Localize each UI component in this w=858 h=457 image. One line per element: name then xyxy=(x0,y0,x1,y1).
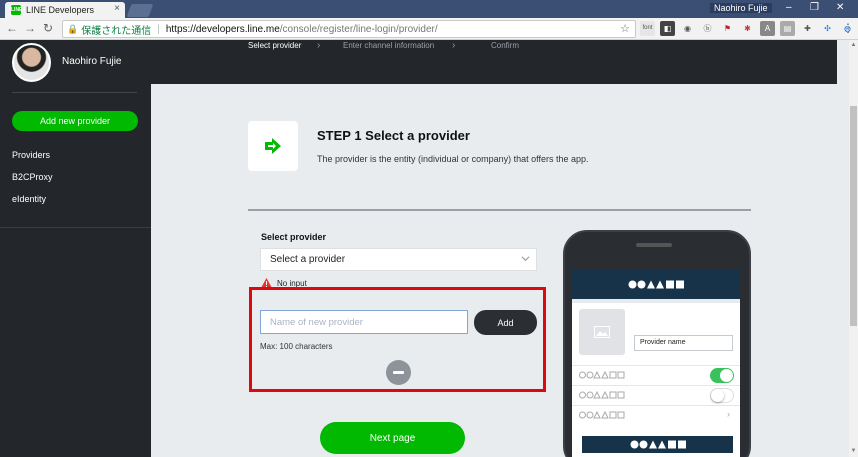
avatar[interactable] xyxy=(12,43,51,82)
browser-menu-icon[interactable]: ⋮ xyxy=(842,21,854,35)
preview-row-link: › xyxy=(572,405,740,425)
preview-row-toggle-on xyxy=(572,365,740,385)
step-chevron-icon: › xyxy=(452,40,456,51)
restore-icon[interactable]: ❐ xyxy=(810,2,819,13)
font-extension-icon[interactable]: font xyxy=(640,21,655,36)
provider-select[interactable]: Select a provider xyxy=(260,248,537,271)
new-provider-name-input[interactable] xyxy=(260,310,468,334)
preview-subheader xyxy=(572,299,740,303)
add-provider-button[interactable]: Add xyxy=(474,310,537,335)
sidebar-bottom-divider xyxy=(0,227,151,228)
forward-icon[interactable]: → xyxy=(24,21,36,35)
step-description: The provider is the entity (individual o… xyxy=(317,154,589,164)
mendeley-extension-icon[interactable]: ⚑ xyxy=(720,21,735,36)
max-characters-hint: Max: 100 characters xyxy=(260,342,333,351)
minus-icon xyxy=(393,371,404,374)
placeholder-shapes-icon xyxy=(579,411,625,419)
preview-footer-button xyxy=(582,436,733,453)
bookmark-star-icon[interactable]: ☆ xyxy=(620,22,630,35)
preview-provider-name: Provider name xyxy=(634,335,733,351)
url-separator: | xyxy=(157,23,160,35)
lastpass-extension-icon[interactable]: ✱ xyxy=(740,21,755,36)
sidebar-item-providers[interactable]: Providers xyxy=(12,150,50,160)
select-provider-label: Select provider xyxy=(261,232,327,242)
scrollbar-thumb[interactable] xyxy=(850,106,857,326)
window-close-icon[interactable]: ✕ xyxy=(836,2,844,13)
url-host: https://developers.line.me xyxy=(165,23,280,35)
preview-header xyxy=(572,269,740,299)
scroll-up-icon[interactable]: ▲ xyxy=(849,42,858,48)
add-new-provider-button[interactable]: Add new provider xyxy=(12,111,138,131)
remove-field-button[interactable] xyxy=(386,360,411,385)
circle-extension-icon[interactable]: ◉ xyxy=(680,21,695,36)
shapes-logo-icon xyxy=(628,280,684,288)
windmill-extension-icon[interactable]: ✣ xyxy=(820,21,835,36)
vine-extension-icon[interactable]: ⓑ xyxy=(700,21,715,36)
phone-screen: Provider name › xyxy=(572,269,740,457)
scroll-down-icon[interactable]: ▼ xyxy=(849,448,858,454)
step-enter-channel-info: Enter channel information xyxy=(343,41,435,50)
lock-icon: 🔒 xyxy=(67,23,79,34)
toggle-on xyxy=(710,368,734,383)
secure-label: 保護された通信 xyxy=(81,25,152,37)
phone-speaker xyxy=(636,243,672,247)
provider-select-value: Select a provider xyxy=(270,254,346,265)
browser-tabstrip: LINE LINE Developers × Naohiro Fujie – ❐… xyxy=(0,0,858,18)
step-icon-box xyxy=(248,121,298,171)
url-path: /console/register/line-login/provider/ xyxy=(279,23,438,35)
picture-icon xyxy=(594,326,610,338)
image-placeholder-icon xyxy=(579,309,625,355)
page-title: STEP 1 Select a provider xyxy=(317,128,470,143)
line-favicon-icon: LINE xyxy=(11,5,23,15)
minimize-icon[interactable]: – xyxy=(786,2,792,13)
step-select-provider: Select provider xyxy=(248,41,302,50)
tab-close-icon[interactable]: × xyxy=(114,3,120,14)
note-extension-icon[interactable]: ▤ xyxy=(780,21,795,36)
sidebar-item-b2cproxy[interactable]: B2CProxy xyxy=(12,172,53,182)
extension-icons: font ◧ ◉ ⓑ ⚑ ✱ A ▤ ✚ ✣ ◍ iD xyxy=(640,21,858,36)
shapes-logo-icon xyxy=(630,440,686,449)
placeholder-shapes-icon xyxy=(579,371,625,379)
tab-title: LINE Developers xyxy=(26,5,95,15)
sidebar-item-eidentity[interactable]: eIdentity xyxy=(12,194,46,204)
profile-name[interactable]: Naohiro Fujie xyxy=(710,3,772,13)
step-chevron-icon: › xyxy=(317,40,321,51)
step-confirm: Confirm xyxy=(491,41,520,50)
back-icon[interactable]: ← xyxy=(6,21,18,35)
chevron-right-icon: › xyxy=(727,409,730,419)
reload-icon[interactable]: ↻ xyxy=(43,21,53,35)
address-bar: ← → ↻ 🔒 保護された通信 | https://developers.lin… xyxy=(0,18,858,40)
url-field[interactable]: 🔒 保護された通信 | https://developers.line.me/c… xyxy=(62,20,636,38)
browser-tab[interactable]: LINE LINE Developers × xyxy=(5,2,125,18)
next-page-button[interactable]: Next page xyxy=(320,422,465,454)
preview-row-toggle-off xyxy=(572,385,740,405)
steps-bar: Select provider › Enter channel informat… xyxy=(151,40,837,84)
chevron-down-icon xyxy=(521,256,530,262)
new-tab-button[interactable] xyxy=(126,4,154,17)
sidebar: Naohiro Fujie Add new provider Providers… xyxy=(0,40,151,457)
placeholder-shapes-icon xyxy=(579,391,625,399)
sidebar-user-name[interactable]: Naohiro Fujie xyxy=(62,56,121,67)
pocket-extension-icon[interactable]: ◧ xyxy=(660,21,675,36)
a-extension-icon[interactable]: A xyxy=(760,21,775,36)
toggle-off xyxy=(710,388,734,403)
arrow-right-icon xyxy=(265,138,281,154)
sidebar-divider xyxy=(12,92,137,93)
section-divider xyxy=(248,209,751,211)
puzzle-extension-icon[interactable]: ✚ xyxy=(800,21,815,36)
